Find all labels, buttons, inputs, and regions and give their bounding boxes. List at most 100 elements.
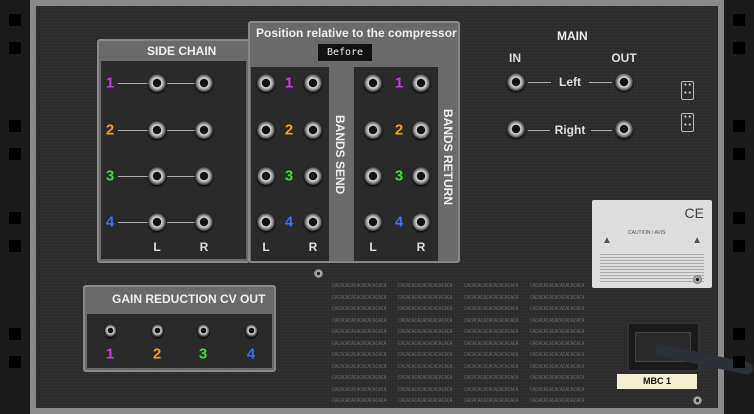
side-chain-title: SIDE CHAIN	[147, 44, 217, 58]
side-chain-right-jack-1[interactable]	[195, 74, 213, 92]
bands-send-right-jack-1[interactable]	[304, 74, 322, 92]
warning-icon: ▲	[602, 235, 612, 246]
screw	[693, 275, 702, 284]
bands-return-label: BANDS RETURN	[441, 109, 455, 205]
bands-send-right-jack-3[interactable]	[304, 167, 322, 185]
bands-return-right-jack-2[interactable]	[412, 121, 430, 139]
side-chain-left-jack-4[interactable]	[148, 213, 166, 231]
rack-hole	[733, 14, 745, 26]
side-chain-number-4: 4	[105, 213, 115, 231]
bands-return-r-label: R	[416, 240, 426, 254]
vent-grille-column: CACACACACACACACACACA CACACACACACACACACAC…	[464, 283, 519, 404]
bands-send-number-2: 2	[284, 121, 294, 139]
bands-return-number-1: 1	[394, 74, 404, 92]
position-selector[interactable]: Before	[318, 44, 372, 61]
gain-reduction-cv-jack-4[interactable]	[246, 324, 257, 337]
main-left-label: Left	[559, 75, 581, 89]
bands-return-number-3: 3	[394, 167, 404, 185]
bands-send-label: BANDS SEND	[333, 115, 347, 195]
main-out-left-jack[interactable]	[615, 73, 633, 91]
rack-hole	[733, 212, 745, 224]
stereo-link-icon: • • • •	[681, 81, 694, 100]
mono-link-icon: • • • •	[681, 113, 694, 132]
bands-send-right-jack-2[interactable]	[304, 121, 322, 139]
bands-send-left-jack-3[interactable]	[257, 167, 275, 185]
main-title: MAIN	[557, 29, 588, 43]
connector-line	[167, 222, 195, 223]
bands-return-number-2: 2	[394, 121, 404, 139]
bands-return-left-jack-3[interactable]	[364, 167, 382, 185]
bands-send-left-jack-2[interactable]	[257, 121, 275, 139]
bands-send-number-4: 4	[284, 213, 294, 231]
connector-line	[118, 176, 148, 177]
warning-icon: ▲	[692, 235, 702, 246]
rack-hole	[9, 14, 21, 26]
left-rack-rail	[0, 0, 30, 414]
gain-reduction-cv-jack-3[interactable]	[198, 324, 209, 337]
vent-grille-column: CACACACACACACACACACA CACACACACACACACACAC…	[332, 283, 387, 404]
gain-reduction-number-1: 1	[105, 345, 115, 363]
main-in-label: IN	[509, 51, 521, 65]
right-rack-rail	[724, 0, 754, 414]
connector-line	[118, 222, 148, 223]
bands-send-l-label: L	[262, 240, 270, 254]
side-chain-left-jack-2[interactable]	[148, 121, 166, 139]
rack-hole	[733, 328, 745, 340]
connector-line	[167, 176, 195, 177]
screw	[693, 396, 702, 405]
caution-text: CAUTION / AVIS	[628, 230, 666, 236]
tape-label: MBC 1	[617, 374, 697, 389]
bands-return-left-jack-2[interactable]	[364, 121, 382, 139]
main-in-right-jack[interactable]	[507, 120, 525, 138]
bands-send-number-3: 3	[284, 167, 294, 185]
screw	[314, 269, 323, 278]
connector-line	[118, 130, 148, 131]
bands-return-left-jack-4[interactable]	[364, 213, 382, 231]
rack-hole	[9, 42, 21, 54]
connector-line	[167, 130, 195, 131]
side-chain-number-3: 3	[105, 167, 115, 185]
bands-send-number-1: 1	[284, 74, 294, 92]
side-chain-right-jack-3[interactable]	[195, 167, 213, 185]
vent-grille-column: CACACACACACACACACACA CACACACACACACACACAC…	[530, 283, 585, 404]
side-chain-right-jack-2[interactable]	[195, 121, 213, 139]
main-right-label: Right	[554, 123, 586, 137]
rack-hole	[9, 148, 21, 160]
main-out-right-jack[interactable]	[615, 120, 633, 138]
connector-line	[118, 83, 148, 84]
rack-hole	[733, 42, 745, 54]
side-chain-right-jack-4[interactable]	[195, 213, 213, 231]
side-chain-r-label: R	[199, 240, 209, 254]
vent-grille-column: CACACACACACACACACACA CACACACACACACACACAC…	[398, 283, 453, 404]
bands-return-right-jack-4[interactable]	[412, 213, 430, 231]
connector-line	[167, 83, 195, 84]
bands-return-number-4: 4	[394, 213, 404, 231]
side-chain-left-jack-1[interactable]	[148, 74, 166, 92]
bands-send-right-jack-4[interactable]	[304, 213, 322, 231]
gain-reduction-cv-jack-2[interactable]	[152, 324, 163, 337]
rack-hole	[733, 356, 745, 368]
gain-reduction-title: GAIN REDUCTION CV OUT	[112, 292, 266, 306]
rack-hole	[9, 240, 21, 252]
gain-reduction-number-3: 3	[198, 345, 208, 363]
gain-reduction-number-2: 2	[152, 345, 162, 363]
main-in-left-jack[interactable]	[507, 73, 525, 91]
bands-send-r-label: R	[308, 240, 318, 254]
rack-hole	[733, 240, 745, 252]
main-out-label: OUT	[611, 51, 637, 65]
bands-return-l-label: L	[369, 240, 377, 254]
position-title: Position relative to the compressor	[256, 26, 457, 40]
rack-hole	[733, 148, 745, 160]
bands-return-right-jack-3[interactable]	[412, 167, 430, 185]
bands-return-right-jack-1[interactable]	[412, 74, 430, 92]
bands-send-left-jack-1[interactable]	[257, 74, 275, 92]
rack-hole	[9, 120, 21, 132]
gain-reduction-number-4: 4	[246, 345, 256, 363]
rack-hole	[9, 328, 21, 340]
rack-hole	[733, 120, 745, 132]
bands-return-left-jack-1[interactable]	[364, 74, 382, 92]
gain-reduction-cv-jack-1[interactable]	[105, 324, 116, 337]
side-chain-number-2: 2	[105, 121, 115, 139]
side-chain-left-jack-3[interactable]	[148, 167, 166, 185]
bands-send-left-jack-4[interactable]	[257, 213, 275, 231]
